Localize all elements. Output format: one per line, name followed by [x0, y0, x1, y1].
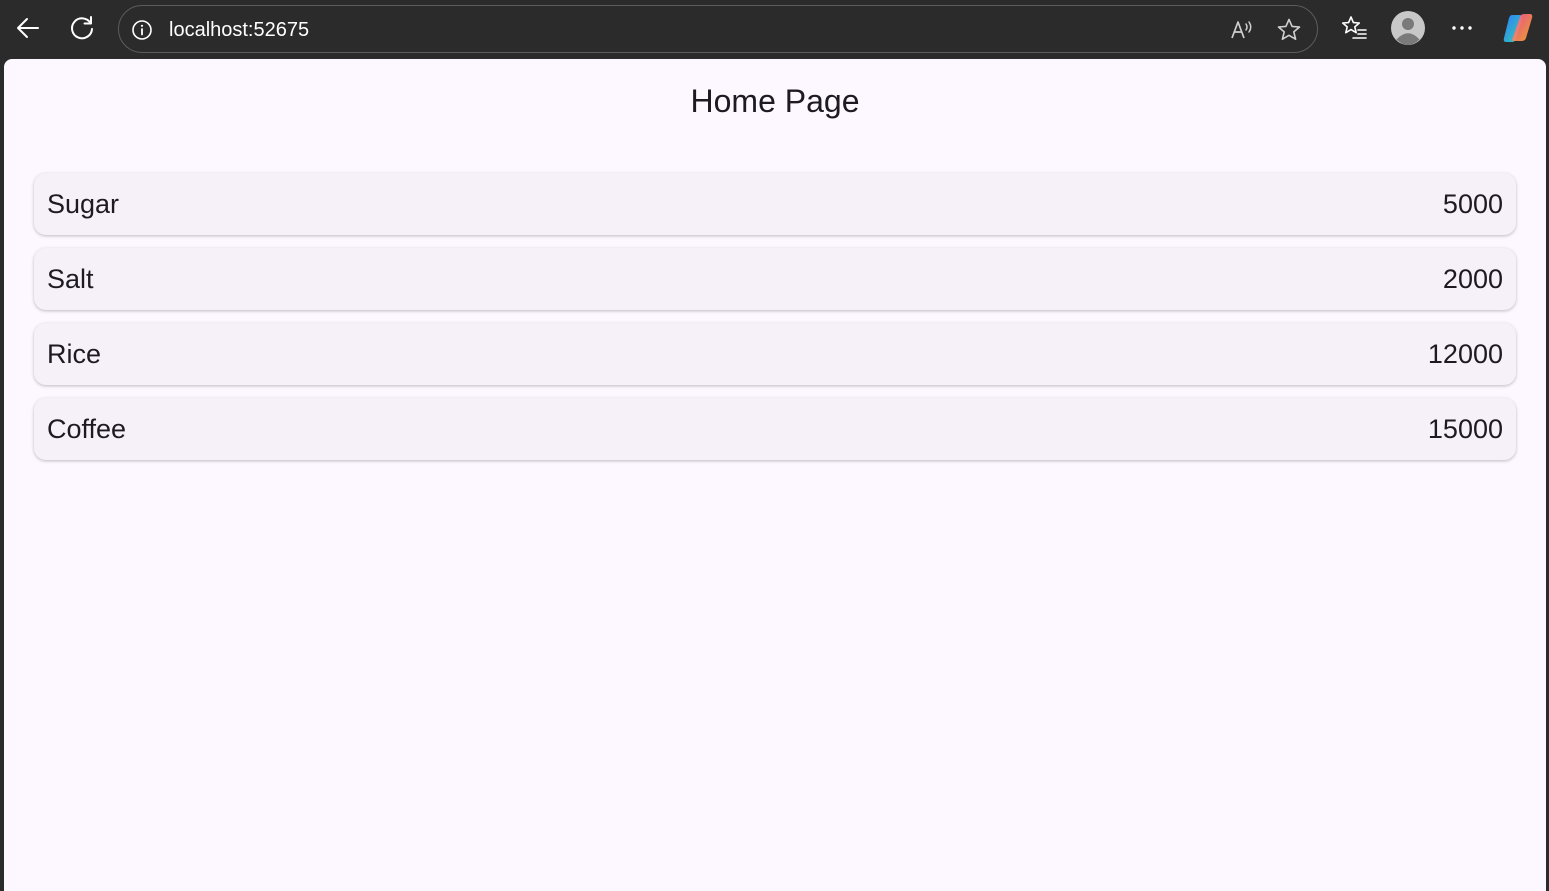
arrow-left-icon: [17, 18, 39, 38]
item-name: Sugar: [47, 188, 120, 219]
read-aloud-icon: [1231, 21, 1252, 39]
address-bar[interactable]: localhost:52675: [118, 5, 1318, 53]
profile-avatar-icon: [1391, 11, 1425, 45]
refresh-button[interactable]: [63, 9, 101, 47]
browser-toolbar: localhost:52675: [0, 0, 1549, 58]
page-title: Home Page: [690, 83, 860, 119]
item-name: Coffee: [47, 413, 127, 444]
list-item[interactable]: Coffee 15000: [34, 398, 1516, 460]
info-icon[interactable]: [131, 19, 153, 41]
item-name: Rice: [47, 338, 102, 369]
star-icon: [1277, 18, 1301, 40]
favorites-list-icon: [1341, 16, 1367, 39]
url-text[interactable]: localhost:52675: [169, 18, 309, 42]
list-item[interactable]: Rice 12000: [34, 323, 1516, 385]
app-page: Home Page Sugar 5000 Salt 2000 Rice 1200…: [4, 59, 1546, 891]
profile-button[interactable]: [1389, 9, 1427, 47]
copilot-icon: [1503, 14, 1533, 42]
list-item[interactable]: Salt 2000: [34, 248, 1516, 310]
read-aloud-button[interactable]: [1229, 17, 1255, 43]
item-value: 12000: [1427, 338, 1503, 369]
favorite-button[interactable]: [1276, 17, 1302, 43]
item-name: Salt: [47, 263, 94, 294]
copilot-button[interactable]: [1499, 9, 1537, 47]
item-value: 5000: [1442, 188, 1503, 219]
item-value: 2000: [1442, 263, 1503, 294]
more-button[interactable]: [1443, 9, 1481, 47]
item-list: Sugar 5000 Salt 2000 Rice 12000 Coffee 1…: [34, 173, 1516, 473]
favorites-button[interactable]: [1335, 9, 1373, 47]
back-button[interactable]: [9, 9, 47, 47]
list-item[interactable]: Sugar 5000: [34, 173, 1516, 235]
item-value: 15000: [1427, 413, 1503, 444]
more-dots-icon: [1452, 26, 1472, 30]
refresh-icon: [71, 16, 93, 40]
